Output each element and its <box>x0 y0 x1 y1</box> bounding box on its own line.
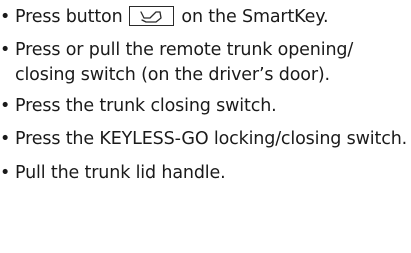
bullet: • <box>0 163 11 183</box>
instruction-page: • Press button on the SmartKey. • Press … <box>0 0 411 253</box>
bullet: • <box>0 7 11 27</box>
trunk-open-icon <box>128 6 174 26</box>
list-item: • Press button on the SmartKey. <box>0 5 411 30</box>
bullet: • <box>0 129 11 149</box>
list-item: • Press the KEYLESS-GO locking/closing s… <box>0 127 411 152</box>
bullet: • <box>0 96 11 116</box>
list-item: • Press the trunk closing switch. <box>0 94 411 119</box>
item-text-before-icon: Press button <box>15 7 123 27</box>
list-item: • Pull the trunk lid handle. <box>0 161 411 186</box>
item-text: Press the KEYLESS-GO locking/closing swi… <box>15 129 408 149</box>
item-text: Press or pull the remote trunk opening/ … <box>15 40 354 85</box>
item-text: Press the trunk closing switch. <box>15 96 277 116</box>
list-item: • Press or pull the remote trunk opening… <box>0 38 411 88</box>
instruction-list: • Press button on the SmartKey. • Press … <box>0 5 411 186</box>
bullet: • <box>0 40 11 60</box>
item-text: Pull the trunk lid handle. <box>15 163 226 183</box>
item-text-after-icon: on the SmartKey. <box>181 7 329 27</box>
